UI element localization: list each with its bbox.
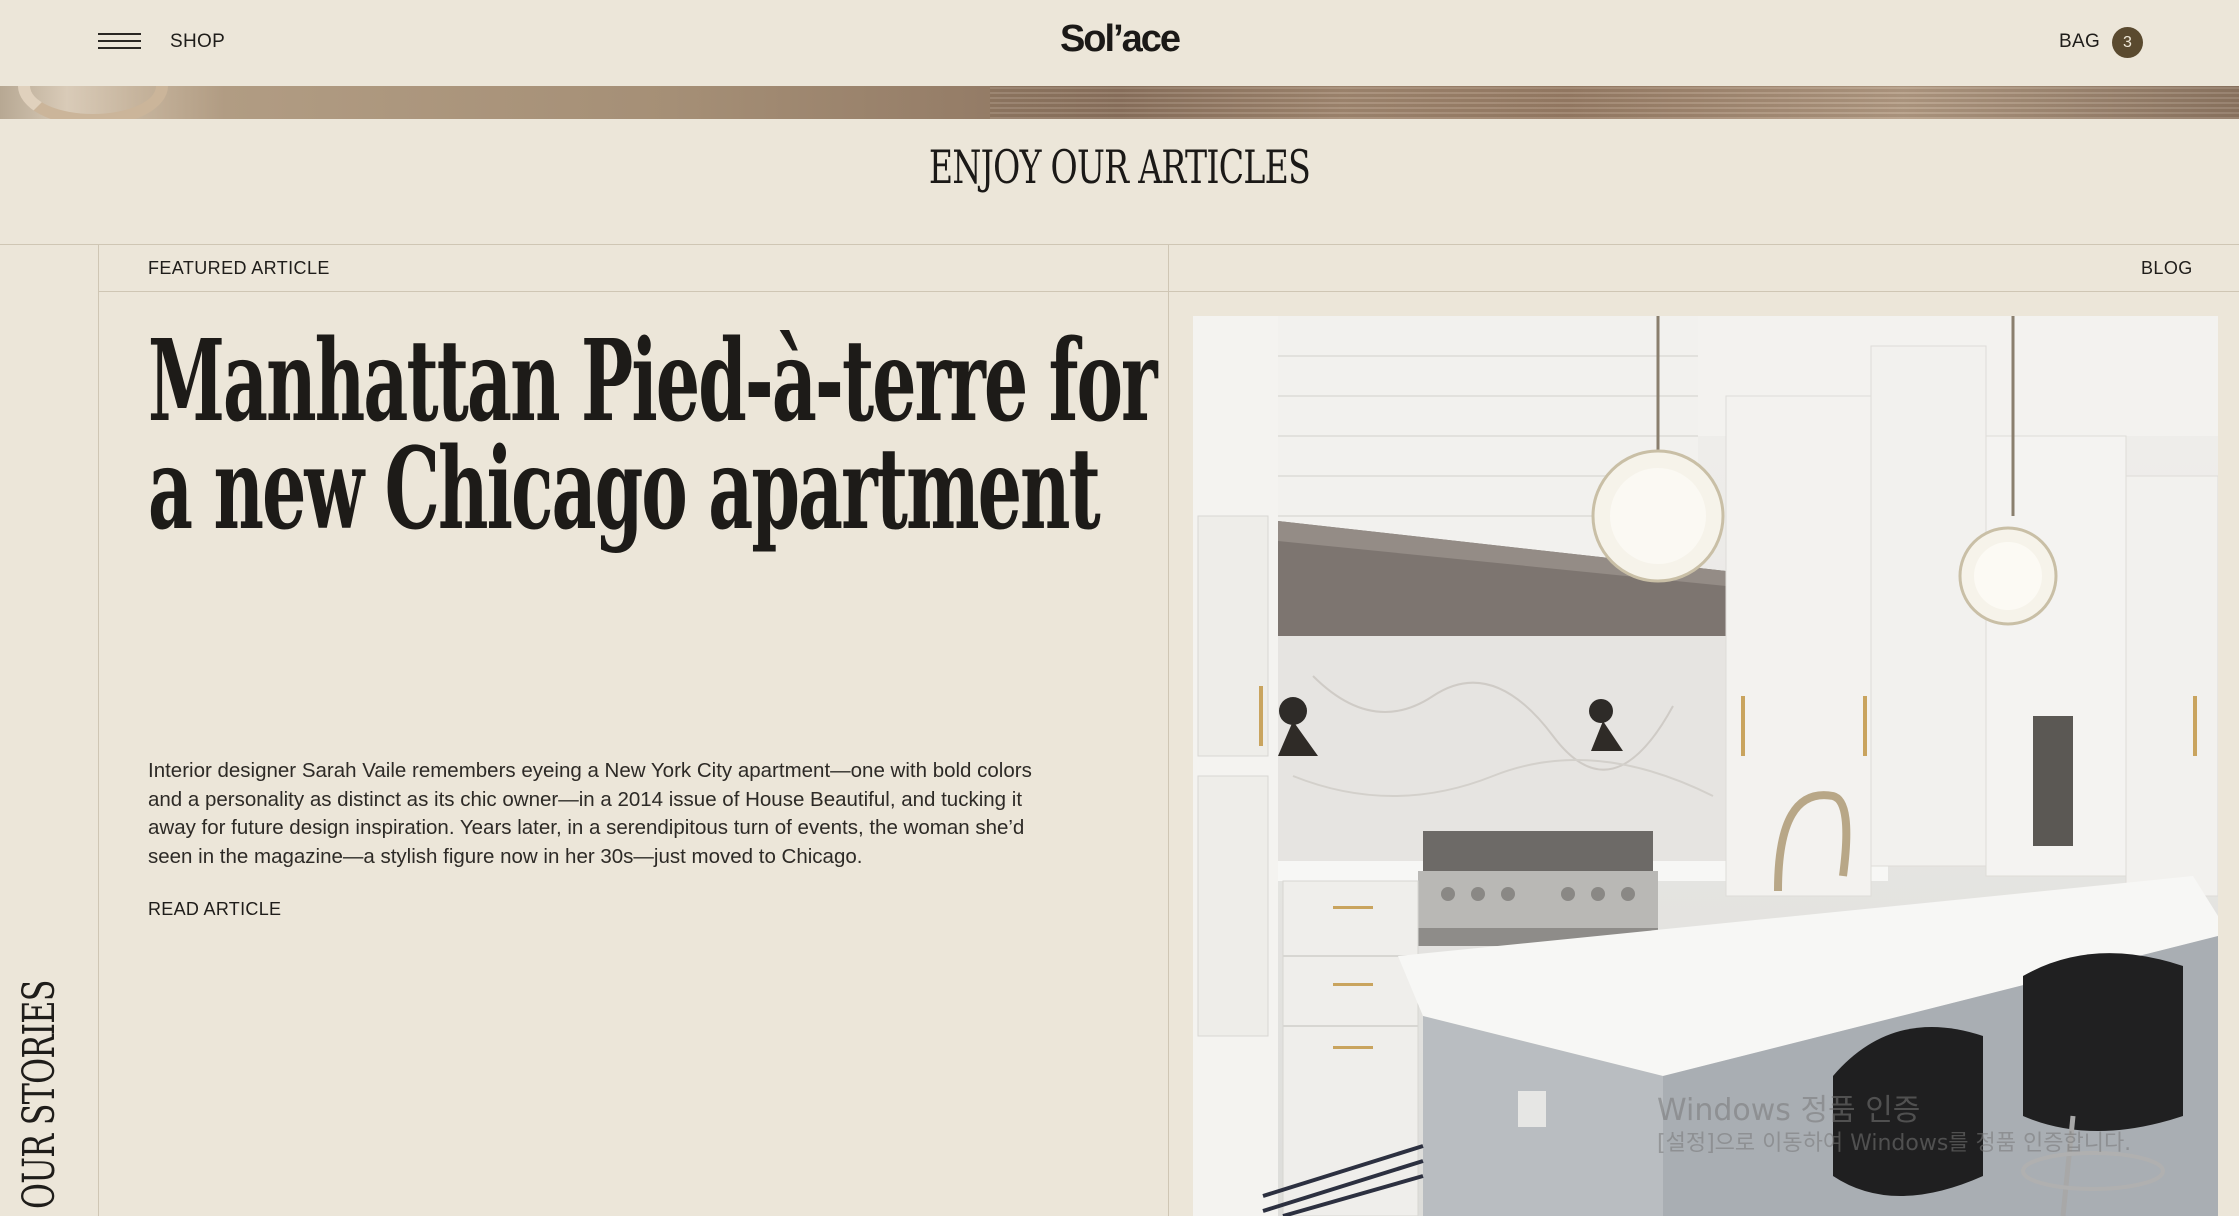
featured-article-label: FEATURED ARTICLE — [148, 258, 330, 278]
article-excerpt: Interior designer Sarah Vaile remembers … — [148, 759, 1032, 868]
section-title: ENJOY OUR ARTICLES — [928, 140, 1311, 194]
windows-activation-watermark-title: Windows 정품 인증 — [1657, 1093, 1921, 1128]
read-article-link[interactable]: READ ARTICLE — [148, 899, 281, 920]
bag-count-badge[interactable]: 3 — [2112, 27, 2143, 58]
bag-link[interactable]: BAG — [2059, 31, 2100, 53]
article-title-line-1: Manhattan Pied-à-terre for — [148, 316, 1158, 447]
side-label-our-stories: OUR STORIES — [14, 980, 65, 1209]
article-title-line-2: a new Chicago apartment — [148, 424, 1101, 555]
hero-image-strip — [0, 86, 2239, 119]
featured-article-image[interactable] — [1193, 316, 2218, 1216]
site-header: SHOP Sol’ace BAG 3 — [0, 0, 2239, 86]
divider — [98, 244, 99, 1216]
divider — [0, 244, 2239, 245]
blog-link[interactable]: BLOG — [2141, 258, 2193, 279]
page: SHOP Sol’ace BAG 3 ENJOY OUR ARTICLES FE… — [0, 0, 2239, 1216]
logo[interactable]: Sol’ace — [0, 18, 2239, 61]
divider — [1168, 244, 1169, 1216]
windows-activation-watermark-subtitle: [설정]으로 이동하여 Windows를 정품 인증합니다. — [1657, 1131, 2132, 1156]
article-title[interactable]: Manhattan Pied-à-terre for a new Chicago… — [148, 316, 1158, 555]
